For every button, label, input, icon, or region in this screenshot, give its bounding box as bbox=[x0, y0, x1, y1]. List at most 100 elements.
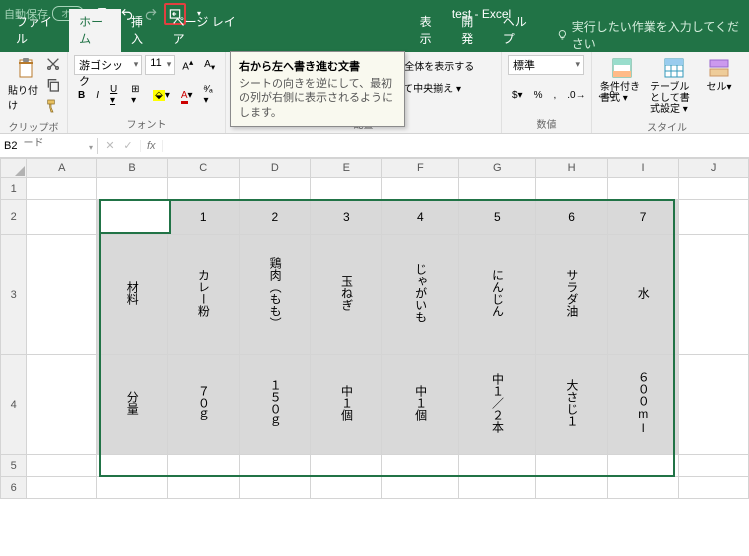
font-color-button[interactable]: A▾ bbox=[177, 88, 197, 103]
row-header-6[interactable]: 6 bbox=[1, 477, 27, 499]
cell[interactable] bbox=[27, 200, 97, 235]
row-header-5[interactable]: 5 bbox=[1, 455, 27, 477]
cell[interactable] bbox=[97, 200, 168, 235]
cell[interactable] bbox=[97, 477, 168, 499]
col-header-I[interactable]: I bbox=[607, 159, 678, 178]
cell[interactable] bbox=[679, 178, 749, 200]
cell[interactable]: 材料 bbox=[97, 235, 168, 355]
cell[interactable] bbox=[607, 455, 678, 477]
cell[interactable] bbox=[382, 455, 459, 477]
tab-developer[interactable]: 開発 bbox=[451, 9, 493, 52]
cell[interactable] bbox=[27, 355, 97, 455]
col-header-B[interactable]: B bbox=[97, 159, 168, 178]
formula-bar[interactable] bbox=[163, 144, 749, 148]
increase-font-icon[interactable]: A▴ bbox=[178, 55, 197, 74]
format-painter-icon[interactable] bbox=[45, 98, 61, 117]
tab-home[interactable]: ホーム bbox=[69, 9, 121, 52]
row-header-4[interactable]: 4 bbox=[1, 355, 27, 455]
cell[interactable]: カレー粉 bbox=[167, 235, 239, 355]
cell[interactable] bbox=[382, 477, 459, 499]
name-box[interactable]: B2 bbox=[0, 138, 98, 154]
cell[interactable] bbox=[239, 178, 311, 200]
font-size-combo[interactable]: 11 bbox=[145, 55, 175, 75]
tab-page-layout[interactable]: ページ レイア bbox=[163, 9, 250, 52]
col-header-G[interactable]: G bbox=[459, 159, 536, 178]
cell[interactable] bbox=[167, 455, 239, 477]
cell[interactable] bbox=[239, 455, 311, 477]
conditional-format-button[interactable]: 条件付き書式 ▾ bbox=[598, 54, 646, 117]
cell-styles-button[interactable]: セル▾ bbox=[702, 54, 736, 117]
col-header-J[interactable]: J bbox=[679, 159, 749, 178]
cell[interactable] bbox=[679, 235, 749, 355]
fx-icon[interactable]: fx bbox=[140, 140, 163, 152]
cell[interactable] bbox=[97, 178, 168, 200]
paste-button[interactable]: 貼り付け bbox=[6, 54, 45, 117]
cell[interactable] bbox=[27, 235, 97, 355]
format-as-table-button[interactable]: テーブルとして書式設定 ▾ bbox=[648, 54, 700, 117]
col-header-F[interactable]: F bbox=[382, 159, 459, 178]
fill-color-button[interactable]: ⬙▾ bbox=[149, 88, 174, 103]
cell[interactable]: 分量 bbox=[97, 355, 168, 455]
col-header-A[interactable]: A bbox=[27, 159, 97, 178]
cell[interactable]: 中１個 bbox=[382, 355, 459, 455]
cell[interactable]: 水 bbox=[607, 235, 678, 355]
cell[interactable] bbox=[27, 178, 97, 200]
cell[interactable] bbox=[679, 355, 749, 455]
cell[interactable]: 2 bbox=[239, 200, 311, 235]
cell[interactable]: 7 bbox=[607, 200, 678, 235]
cell[interactable] bbox=[679, 455, 749, 477]
cell[interactable]: 玉ねぎ bbox=[311, 235, 382, 355]
cell[interactable]: 中１／２本 bbox=[459, 355, 536, 455]
cell[interactable] bbox=[459, 477, 536, 499]
phonetic-button[interactable]: ᵃ⁄ₐ ▾ bbox=[200, 82, 219, 108]
cell[interactable] bbox=[27, 455, 97, 477]
copy-icon[interactable] bbox=[45, 77, 61, 96]
tab-view[interactable]: 表示 bbox=[410, 9, 452, 52]
redo-icon[interactable] bbox=[140, 3, 162, 25]
cell[interactable]: 中１個 bbox=[311, 355, 382, 455]
col-header-D[interactable]: D bbox=[239, 159, 311, 178]
cell[interactable] bbox=[311, 178, 382, 200]
cell[interactable]: ７０ｇ bbox=[167, 355, 239, 455]
cut-icon[interactable] bbox=[45, 56, 61, 75]
increase-decimal-icon[interactable]: .0→ bbox=[563, 88, 589, 103]
cell[interactable] bbox=[536, 477, 608, 499]
cell[interactable] bbox=[311, 455, 382, 477]
cell[interactable] bbox=[27, 477, 97, 499]
cell[interactable] bbox=[239, 477, 311, 499]
cell[interactable] bbox=[167, 178, 239, 200]
cell[interactable]: 大さじ１ bbox=[536, 355, 608, 455]
cell[interactable]: 4 bbox=[382, 200, 459, 235]
percent-icon[interactable]: % bbox=[530, 88, 547, 103]
col-header-C[interactable]: C bbox=[167, 159, 239, 178]
cell[interactable] bbox=[311, 477, 382, 499]
cell[interactable]: にんじん bbox=[459, 235, 536, 355]
cell[interactable]: じゃがいも bbox=[382, 235, 459, 355]
select-all-corner[interactable] bbox=[1, 159, 27, 178]
enter-icon[interactable]: ✓ bbox=[120, 139, 136, 152]
cancel-icon[interactable]: ✕ bbox=[102, 139, 118, 152]
bold-button[interactable]: B bbox=[74, 88, 89, 103]
cell[interactable] bbox=[607, 477, 678, 499]
cell[interactable]: 5 bbox=[459, 200, 536, 235]
cell[interactable]: １５０ｇ bbox=[239, 355, 311, 455]
cell[interactable]: 3 bbox=[311, 200, 382, 235]
row-header-3[interactable]: 3 bbox=[1, 235, 27, 355]
cell[interactable] bbox=[97, 455, 168, 477]
cell[interactable] bbox=[679, 477, 749, 499]
row-header-1[interactable]: 1 bbox=[1, 178, 27, 200]
cell[interactable] bbox=[607, 178, 678, 200]
cell[interactable]: 6 bbox=[536, 200, 608, 235]
cell[interactable] bbox=[536, 178, 608, 200]
tab-file[interactable]: ファイル bbox=[6, 9, 69, 52]
cell[interactable] bbox=[459, 455, 536, 477]
borders-button[interactable]: ⊞ ▾ bbox=[127, 82, 146, 108]
italic-button[interactable]: I bbox=[92, 88, 103, 103]
font-name-combo[interactable]: 游ゴシック bbox=[74, 55, 142, 75]
cell[interactable]: サラダ油 bbox=[536, 235, 608, 355]
underline-button[interactable]: U ▾ bbox=[106, 82, 124, 108]
decrease-font-icon[interactable]: A▾ bbox=[200, 57, 219, 74]
cell[interactable] bbox=[167, 477, 239, 499]
col-header-H[interactable]: H bbox=[536, 159, 608, 178]
cell[interactable] bbox=[459, 178, 536, 200]
